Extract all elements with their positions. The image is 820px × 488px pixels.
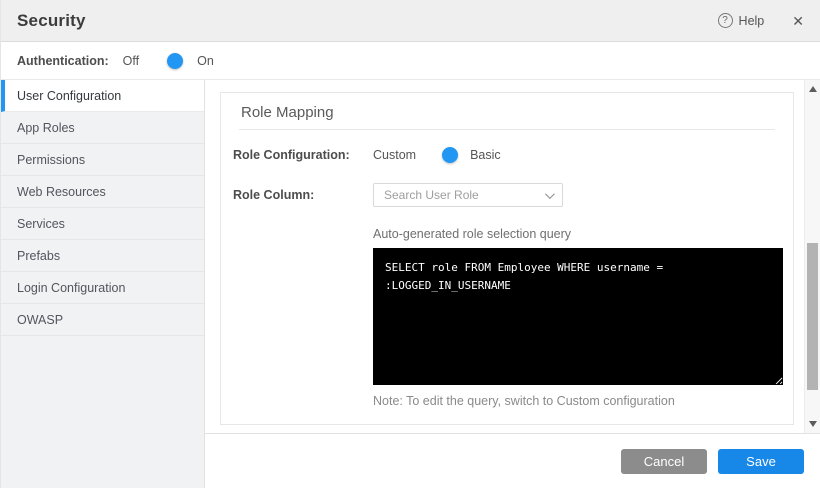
content-area: Role Mapping Role Configuration: Custom [205, 80, 820, 488]
help-button[interactable]: ? Help [718, 13, 765, 28]
sidebar-item-owasp[interactable]: OWASP [1, 304, 204, 336]
role-configuration-control: Custom Basic [373, 147, 501, 163]
sidebar-item-permissions[interactable]: Permissions [1, 144, 204, 176]
authentication-toggle[interactable] [153, 53, 183, 69]
page-title: Security [17, 11, 86, 31]
role-configuration-toggle[interactable] [428, 147, 458, 163]
panel-title: Role Mapping [221, 93, 793, 129]
dialog-footer: Cancel Save [205, 433, 820, 488]
authentication-label: Authentication: [17, 54, 109, 68]
query-section: Auto-generated role selection query SELE… [373, 227, 773, 408]
role-mapping-form: Role Configuration: Custom Basic [221, 130, 793, 408]
sidebar-item-label: Prefabs [17, 249, 60, 263]
sidebar-item-label: App Roles [17, 121, 75, 135]
help-label: Help [739, 14, 765, 28]
dialog-body: User Configuration App Roles Permissions… [1, 80, 820, 488]
role-column-row: Role Column: Search User Role [233, 183, 773, 207]
query-caption: Auto-generated role selection query [373, 227, 773, 241]
authentication-off-label: Off [123, 54, 139, 68]
role-column-select[interactable]: Search User Role [373, 183, 563, 207]
sidebar-item-label: OWASP [17, 313, 63, 327]
sidebar-item-web-resources[interactable]: Web Resources [1, 176, 204, 208]
sidebar-item-services[interactable]: Services [1, 208, 204, 240]
scrollbar-up-button[interactable] [805, 82, 820, 96]
cancel-button[interactable]: Cancel [621, 449, 707, 474]
role-configuration-row: Role Configuration: Custom Basic [233, 147, 773, 163]
basic-option-label: Basic [470, 148, 501, 162]
help-icon: ? [718, 13, 733, 28]
authentication-on-label: On [197, 54, 214, 68]
dialog-header: Security ? Help ✕ [1, 0, 820, 42]
sidebar-item-prefabs[interactable]: Prefabs [1, 240, 204, 272]
role-column-placeholder: Search User Role [384, 188, 545, 202]
sidebar-item-app-roles[interactable]: App Roles [1, 112, 204, 144]
authentication-row: Authentication: Off On [1, 42, 820, 80]
sidebar-item-login-configuration[interactable]: Login Configuration [1, 272, 204, 304]
arrow-up-icon [809, 86, 817, 92]
sidebar-item-label: Services [17, 217, 65, 231]
security-sidebar: User Configuration App Roles Permissions… [1, 80, 205, 488]
query-note: Note: To edit the query, switch to Custo… [373, 394, 773, 408]
custom-option-label: Custom [373, 148, 416, 162]
query-textarea[interactable]: SELECT role FROM Employee WHERE username… [373, 248, 783, 385]
query-sql-text: SELECT role FROM Employee WHERE username… [385, 261, 670, 292]
toggle-knob [442, 147, 458, 163]
sidebar-item-label: Web Resources [17, 185, 106, 199]
sidebar-item-label: Login Configuration [17, 281, 125, 295]
scrollbar-thumb[interactable] [807, 243, 818, 390]
vertical-scrollbar[interactable] [804, 80, 820, 433]
scrollable-content: Role Mapping Role Configuration: Custom [205, 80, 804, 433]
role-mapping-panel: Role Mapping Role Configuration: Custom [220, 92, 794, 425]
close-icon[interactable]: ✕ [792, 14, 804, 28]
arrow-down-icon [809, 421, 817, 427]
role-column-label: Role Column: [233, 188, 373, 202]
sidebar-item-user-configuration[interactable]: User Configuration [1, 80, 204, 112]
sidebar-item-label: User Configuration [17, 89, 121, 103]
scrollbar-down-button[interactable] [805, 417, 820, 431]
resize-grip-icon [773, 375, 782, 384]
role-configuration-label: Role Configuration: [233, 148, 373, 162]
security-dialog: Security ? Help ✕ Authentication: Off On… [0, 0, 820, 488]
chevron-down-icon [545, 189, 555, 199]
save-button[interactable]: Save [718, 449, 804, 474]
toggle-knob [167, 53, 183, 69]
sidebar-item-label: Permissions [17, 153, 85, 167]
